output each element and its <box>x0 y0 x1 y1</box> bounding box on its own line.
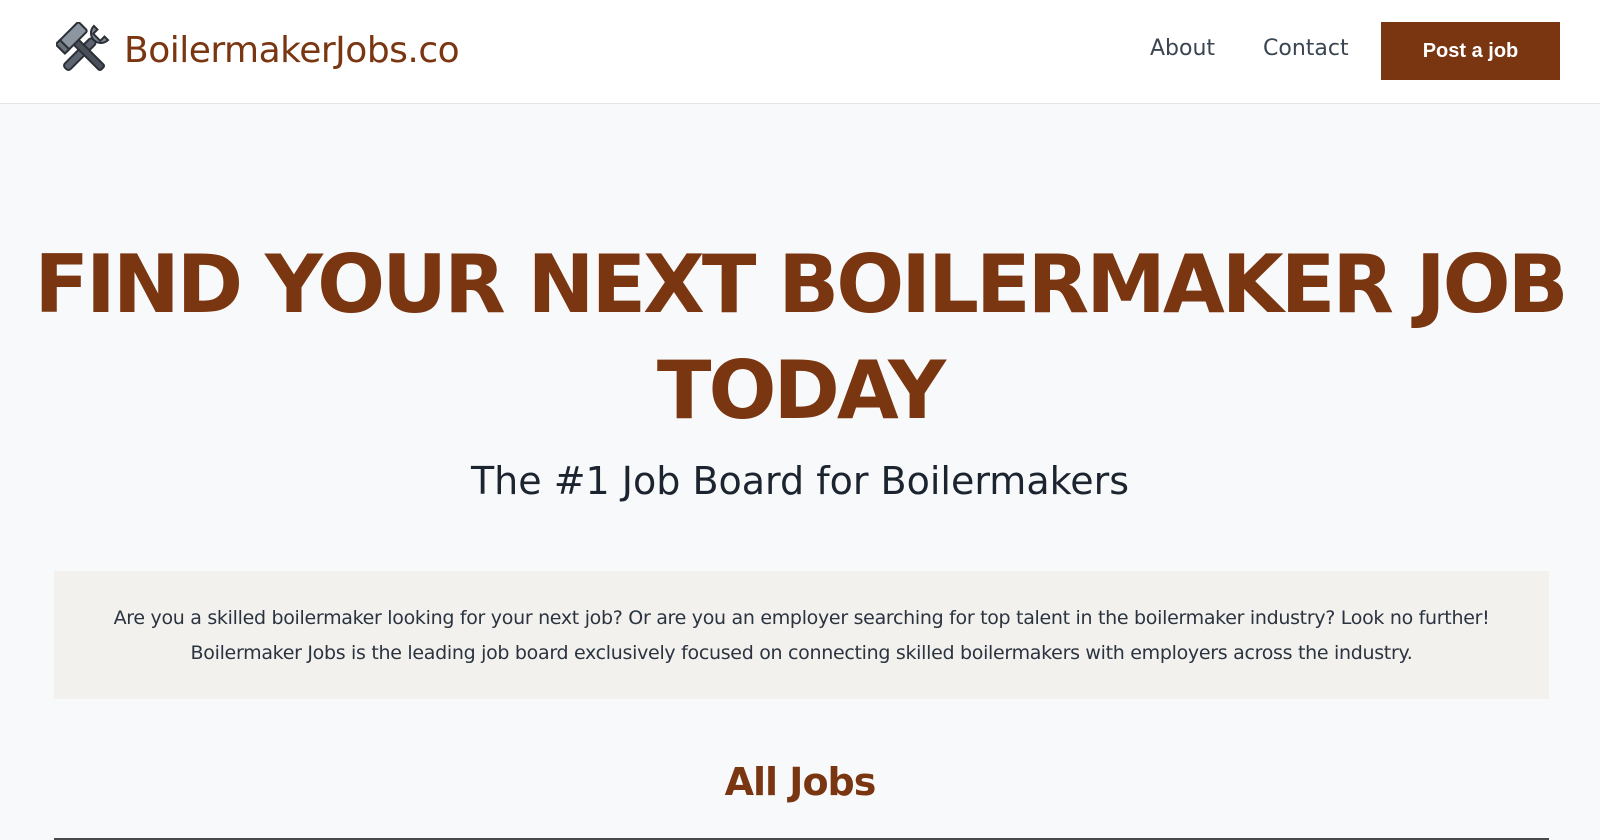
post-job-button[interactable]: Post a job <box>1381 22 1560 80</box>
nav-contact-link[interactable]: Contact <box>1263 36 1349 61</box>
intro-text: Are you a skilled boilermaker looking fo… <box>113 607 1490 664</box>
brand-name: BoilermakerJobs.co <box>124 29 460 71</box>
intro-box: Are you a skilled boilermaker looking fo… <box>54 571 1549 699</box>
hero-title: FIND YOUR NEXT BOILERMAKER JOB TODAY <box>34 238 1568 437</box>
all-jobs-heading: All Jobs <box>724 760 877 804</box>
hero-subtitle: The #1 Job Board for Boilermakers <box>470 459 1130 503</box>
crossed-hammer-wrench-icon <box>56 22 110 72</box>
nav-about-link[interactable]: About <box>1150 36 1215 61</box>
site-header: BoilermakerJobs.co About Contact Post a … <box>0 0 1600 104</box>
brand-logo-link[interactable]: BoilermakerJobs.co <box>56 20 460 80</box>
